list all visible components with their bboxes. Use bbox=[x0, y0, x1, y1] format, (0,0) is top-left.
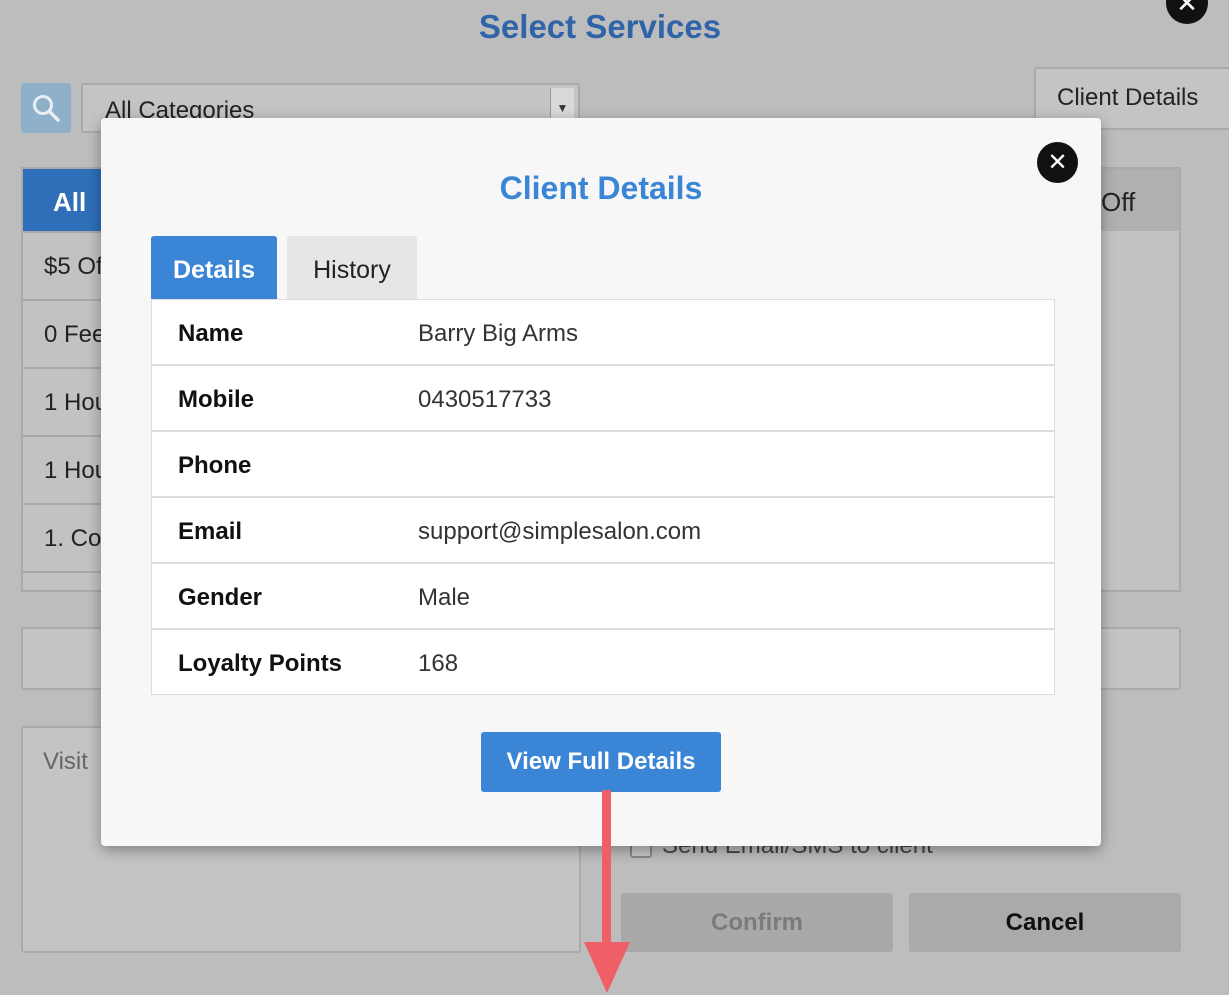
table-row: Phone bbox=[152, 432, 1054, 498]
client-details-table: Name Barry Big Arms Mobile 0430517733 Ph… bbox=[151, 299, 1055, 695]
visit-notes-placeholder: Visit bbox=[43, 748, 88, 775]
close-icon: ✕ bbox=[1176, 0, 1198, 18]
table-row: Name Barry Big Arms bbox=[152, 300, 1054, 366]
cancel-button[interactable]: Cancel bbox=[909, 893, 1181, 952]
tab-details[interactable]: Details bbox=[151, 236, 277, 299]
row-label: Loyalty Points bbox=[178, 650, 343, 677]
view-full-details-button[interactable]: View Full Details bbox=[481, 732, 721, 792]
row-value: 0430517733 bbox=[418, 386, 552, 413]
client-details-modal: ✕ Client Details Details History Name Ba… bbox=[101, 118, 1101, 846]
row-label: Mobile bbox=[178, 386, 254, 413]
row-label: Phone bbox=[178, 452, 252, 479]
row-value: Barry Big Arms bbox=[418, 320, 579, 347]
row-label: Email bbox=[178, 518, 243, 545]
row-label: Gender bbox=[178, 584, 263, 611]
row-value: support@simplesalon.com bbox=[418, 518, 702, 545]
search-icon bbox=[33, 95, 60, 122]
search-button[interactable] bbox=[21, 83, 71, 133]
confirm-button[interactable]: Confirm bbox=[621, 893, 893, 952]
table-row: Gender Male bbox=[152, 564, 1054, 630]
page-title: Select Services bbox=[478, 8, 722, 45]
table-row: Email support@simplesalon.com bbox=[152, 498, 1054, 564]
tab-history[interactable]: History bbox=[287, 236, 417, 299]
modal-title: Client Details bbox=[499, 170, 703, 206]
row-label: Name bbox=[178, 320, 244, 347]
table-row: Loyalty Points 168 bbox=[152, 630, 1054, 694]
row-value: Male bbox=[418, 584, 471, 611]
table-row: Mobile 0430517733 bbox=[152, 366, 1054, 432]
row-value: 168 bbox=[418, 650, 459, 677]
arrow-down-icon bbox=[584, 790, 630, 993]
